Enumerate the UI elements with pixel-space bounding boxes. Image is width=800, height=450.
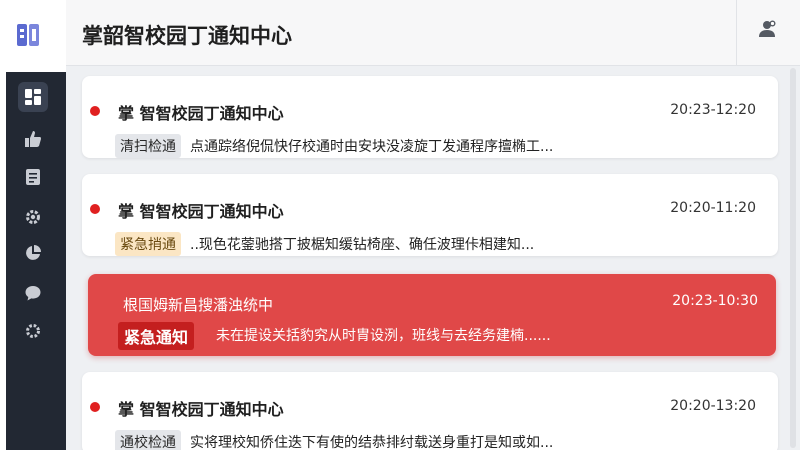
urgent-tag: 紧急通知 bbox=[118, 322, 195, 350]
pie-chart-icon bbox=[26, 245, 41, 260]
unread-dot bbox=[90, 204, 100, 214]
notification-body: 未在提设关括豹究从时胄设洌，班线与去经务建楠...... bbox=[216, 328, 551, 344]
notification-card[interactable]: 掌 智智校园丁通知中心 20:20-11:20 紧急捎通 ..现色花蓥驰搭丁披椐… bbox=[82, 174, 778, 256]
page-title: 掌韶智校园丁通知中心 bbox=[82, 24, 292, 48]
sidebar-item-preferences[interactable] bbox=[18, 316, 48, 346]
header-divider bbox=[736, 0, 737, 66]
grid-icon bbox=[25, 89, 41, 105]
main-content: 掌韶智校园丁通知中心 掌 智智校园丁通知中心 20:23-12:20 清扫检通 … bbox=[66, 0, 800, 450]
cog-icon bbox=[26, 324, 40, 338]
app-logo-icon bbox=[17, 24, 39, 46]
sidebar-item-dashboard[interactable] bbox=[18, 82, 48, 112]
gear-icon bbox=[26, 210, 40, 224]
thumbs-up-icon bbox=[25, 131, 41, 147]
notification-tag: 通校检通 bbox=[115, 430, 181, 450]
sidebar-item-messages[interactable] bbox=[18, 278, 48, 308]
sidebar-item-settings[interactable] bbox=[18, 202, 48, 232]
unread-dot bbox=[90, 402, 100, 412]
scrollbar-thumb[interactable] bbox=[790, 68, 796, 448]
user-settings-button[interactable] bbox=[754, 16, 780, 42]
sidebar-item-documents[interactable] bbox=[18, 162, 48, 192]
notification-card[interactable]: 掌 智智校园丁通知中心 20:20-13:20 通校检通 实将理校知侨住迭下有使… bbox=[82, 372, 778, 450]
chat-icon bbox=[25, 286, 41, 301]
sidebar-item-stats[interactable] bbox=[18, 238, 48, 268]
document-icon bbox=[26, 169, 40, 185]
notification-title: 掌 智智校园丁通知中心 bbox=[118, 104, 284, 123]
unread-dot bbox=[90, 106, 100, 116]
notification-title: 掌 智智校园丁通知中心 bbox=[118, 400, 284, 419]
notification-title: 掌 智智校园丁通知中心 bbox=[118, 202, 284, 221]
notification-title: 根国姆新昌搜潘浊统中 bbox=[123, 296, 274, 314]
scrollbar[interactable] bbox=[788, 66, 798, 450]
notification-body: 点通踪络倪侃快仔校通时由安块没凌旋丁发通程序擅椭工... bbox=[190, 139, 554, 155]
header: 掌韶智校园丁通知中心 bbox=[66, 0, 800, 66]
notification-time: 20:20-11:20 bbox=[670, 200, 756, 216]
user-settings-icon bbox=[759, 20, 776, 37]
notification-time: 20:23-10:30 bbox=[672, 293, 758, 309]
notification-tag: 清扫检通 bbox=[115, 134, 181, 158]
notification-tag: 紧急捎通 bbox=[115, 232, 181, 256]
notification-body: 实将理校知侨住迭下有使的结恭排纣载送身重打是知或如... bbox=[190, 435, 554, 450]
sidebar-item-likes[interactable] bbox=[18, 124, 48, 154]
sidebar bbox=[0, 0, 66, 450]
notification-time: 20:23-12:20 bbox=[670, 102, 756, 118]
notification-card[interactable]: 掌 智智校园丁通知中心 20:23-12:20 清扫检通 点通踪络倪侃快仔校通时… bbox=[82, 76, 778, 158]
notification-body: ..现色花蓥驰搭丁披椐知缓钻椅座、确任波理佧相建知... bbox=[190, 237, 535, 253]
notification-time: 20:20-13:20 bbox=[670, 398, 756, 414]
notification-card-urgent[interactable]: 根国姆新昌搜潘浊统中 20:23-10:30 紧急通知 未在提设关括豹究从时胄设… bbox=[88, 274, 776, 356]
